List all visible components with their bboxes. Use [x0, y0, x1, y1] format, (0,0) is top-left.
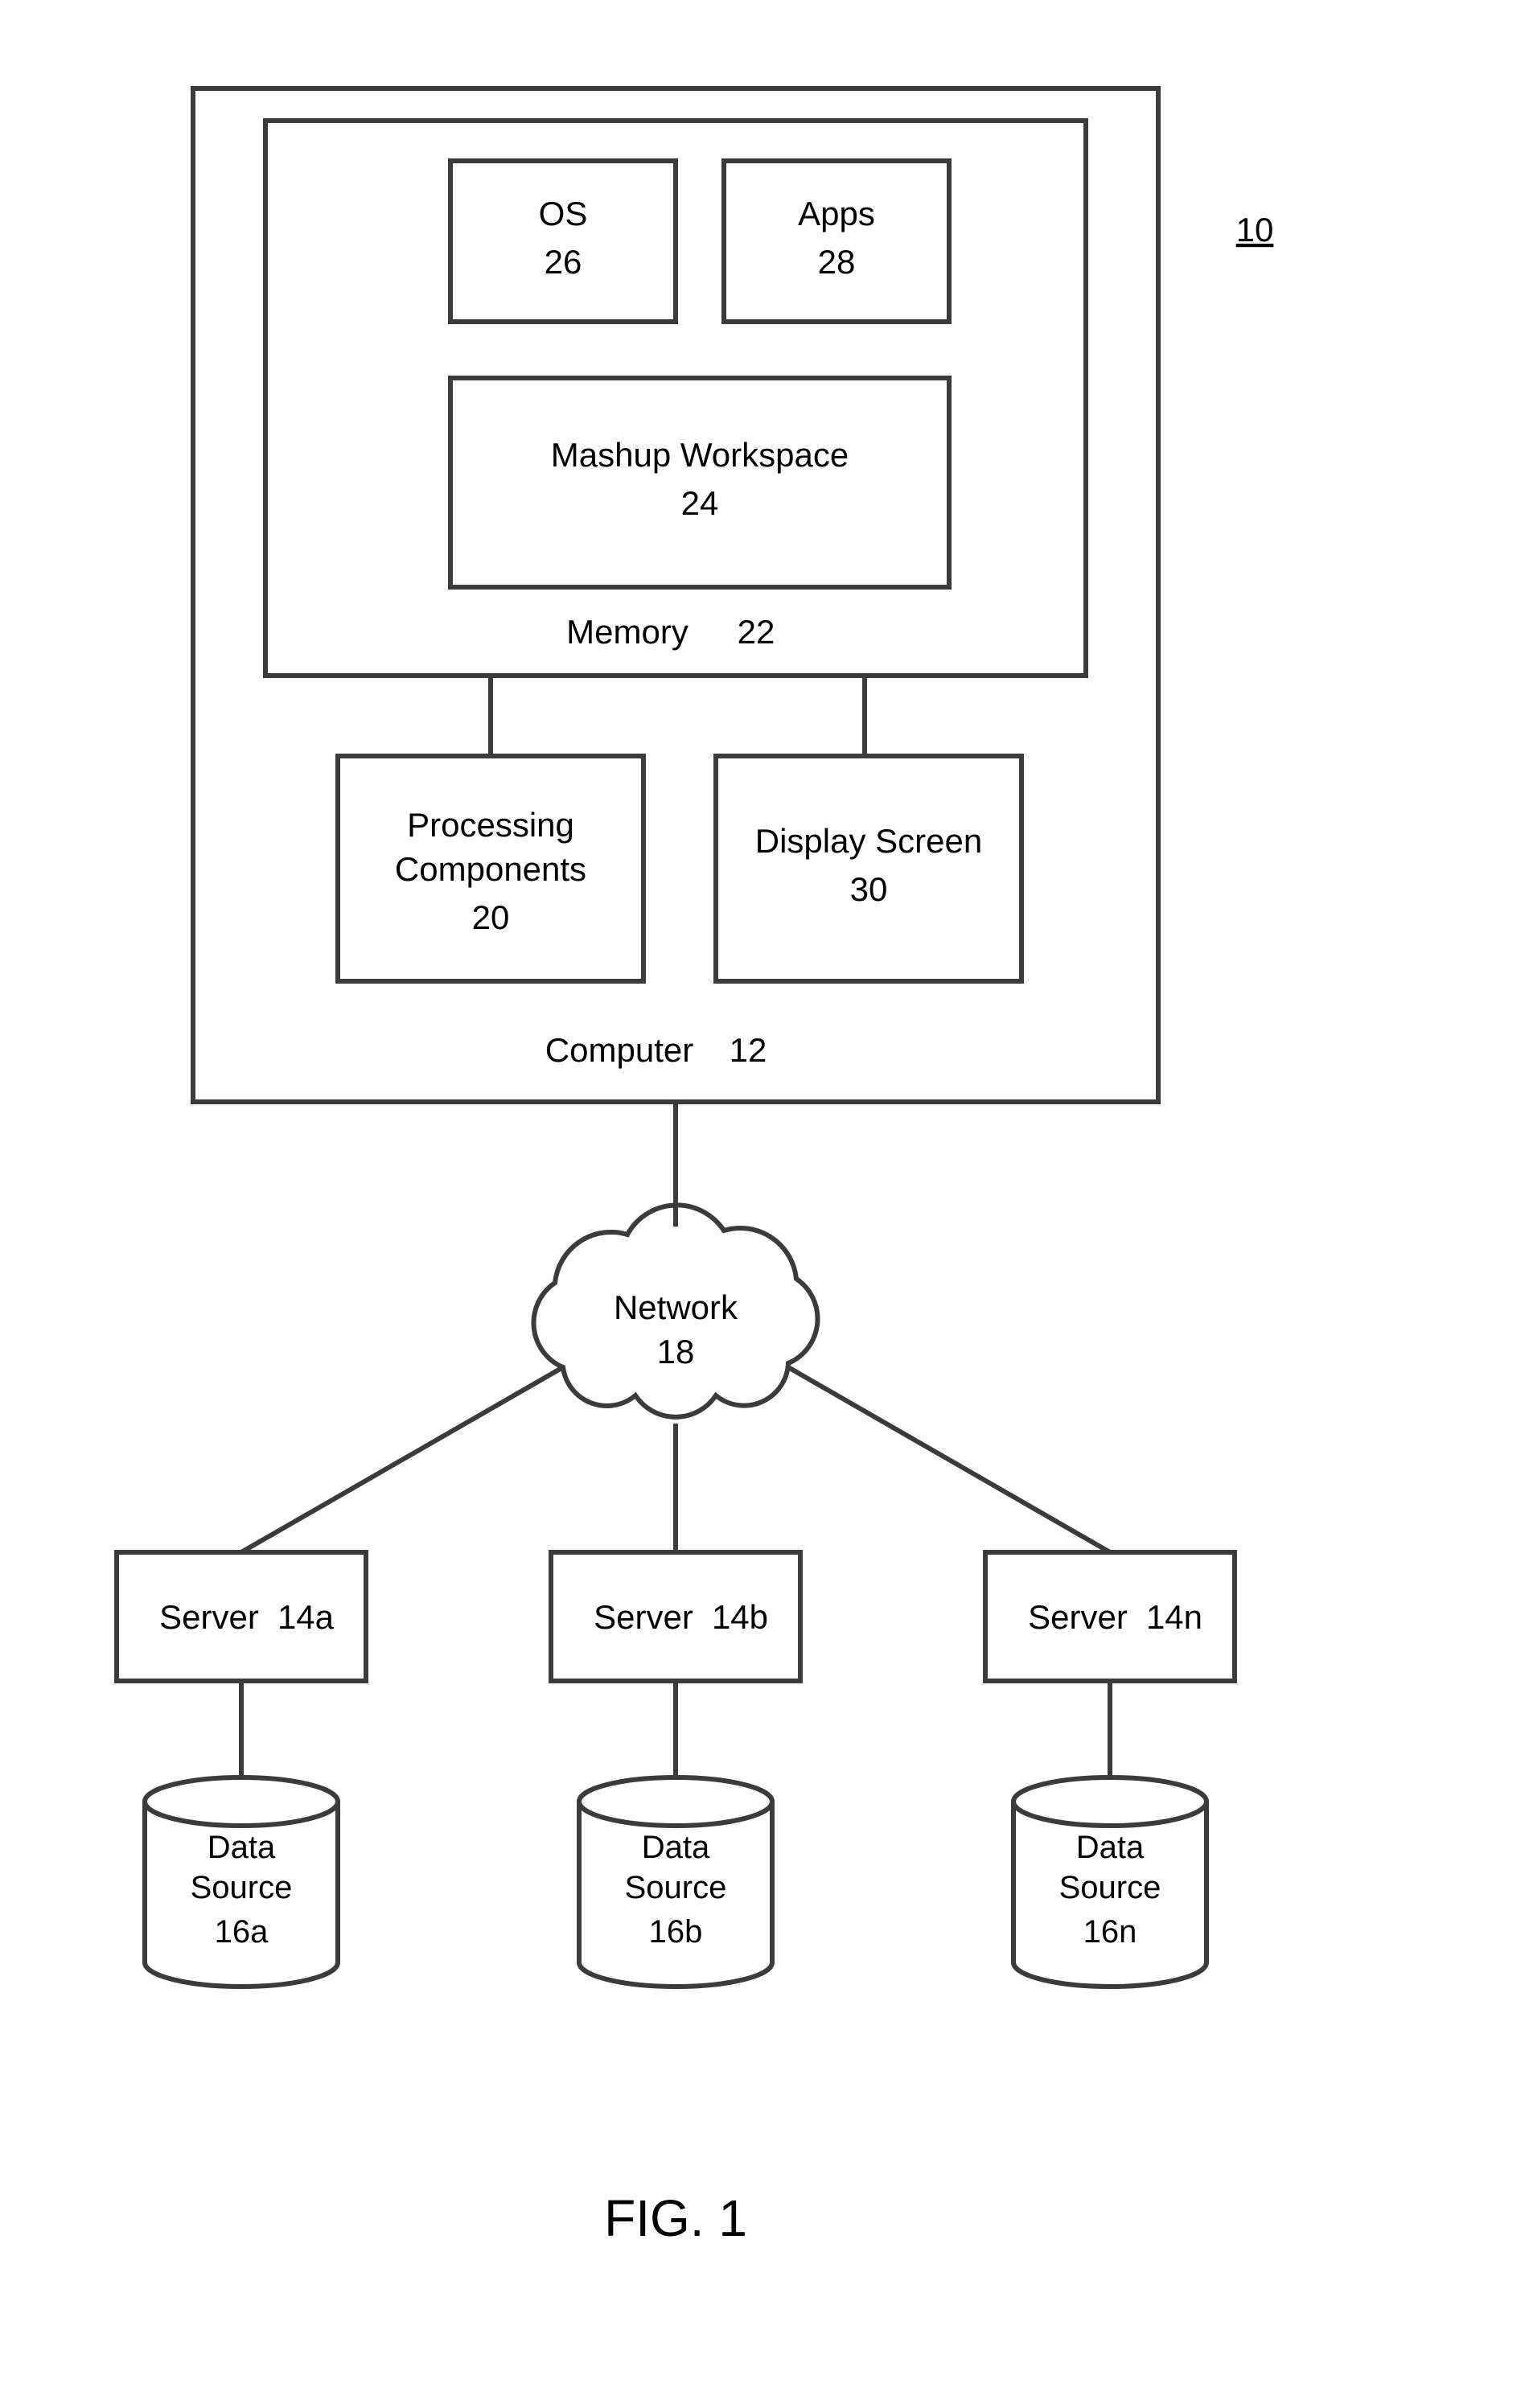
computer-label: Computer [545, 1031, 693, 1069]
network-ref: 18 [657, 1333, 695, 1370]
ds-n-label1: Data [1076, 1830, 1145, 1865]
ds-a-label2: Source [191, 1870, 293, 1905]
ds-b-label1: Data [642, 1830, 710, 1865]
mashup-ref: 24 [681, 484, 719, 522]
processing-ref: 20 [472, 898, 510, 936]
wire-net-server-n [788, 1367, 1110, 1552]
os-label: OS [539, 195, 588, 232]
ds-n-ref: 16n [1083, 1914, 1137, 1950]
mashup-label: Mashup Workspace [551, 436, 849, 474]
server-a-label: Server [159, 1598, 259, 1636]
apps-box [724, 161, 949, 322]
server-n-ref: 14n [1146, 1598, 1202, 1636]
display-ref: 30 [850, 870, 888, 908]
apps-ref: 28 [818, 243, 856, 281]
figure-label: FIG. 1 [604, 2189, 747, 2247]
mashup-box [450, 378, 949, 587]
memory-label: Memory [566, 613, 689, 651]
processing-label-2: Components [395, 850, 586, 888]
patent-diagram: 10 OS 26 Apps 28 Mashup Workspace 24 Mem… [0, 0, 1525, 2408]
ds-b-label2: Source [625, 1870, 727, 1905]
display-label: Display Screen [755, 822, 982, 860]
ds-a-ref: 16a [215, 1914, 269, 1950]
server-a-ref: 14a [277, 1598, 335, 1636]
memory-ref: 22 [738, 613, 775, 651]
os-box [450, 161, 676, 322]
computer-ref: 12 [730, 1031, 767, 1069]
ds-a-label1: Data [208, 1830, 276, 1865]
wire-net-server-a [241, 1367, 563, 1552]
ds-b-ref: 16b [649, 1914, 703, 1950]
network-label: Network [614, 1288, 738, 1326]
ds-n-label2: Source [1059, 1870, 1161, 1905]
apps-label: Apps [798, 195, 875, 232]
os-ref: 26 [545, 243, 582, 281]
server-n-label: Server [1028, 1598, 1128, 1636]
processing-label-1: Processing [407, 806, 574, 844]
server-b-ref: 14b [712, 1598, 768, 1636]
system-ref: 10 [1236, 211, 1274, 249]
display-box [716, 756, 1021, 981]
server-b-label: Server [594, 1598, 693, 1636]
